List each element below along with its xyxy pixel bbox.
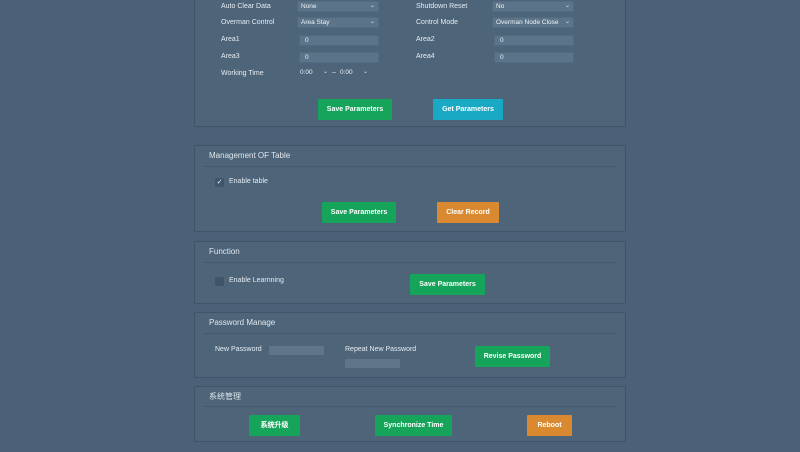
panel-title: Function xyxy=(209,247,240,256)
area1-label: Area1 xyxy=(221,36,240,43)
function-panel: Function Enable Learnning Save Parameter… xyxy=(194,241,626,304)
area1-input[interactable]: 0 xyxy=(299,35,379,46)
table-management-panel: Management OF Table ✓ Enable table Save … xyxy=(194,145,626,232)
working-time-separator: ~ xyxy=(332,70,337,77)
overman-control-label: Overman Control xyxy=(221,19,275,26)
area3-input[interactable]: 0 xyxy=(299,52,379,63)
password-panel: Password Manage New Password Repeat New … xyxy=(194,312,626,378)
panel-title: 系统管理 xyxy=(209,392,241,401)
auto-clear-value: None xyxy=(301,3,317,10)
system-upgrade-button[interactable]: 系统升级 xyxy=(249,415,300,436)
working-time-start-value: 0:00 xyxy=(300,69,313,76)
chevron-down-icon: ⌄ xyxy=(362,69,368,75)
enable-learning-label: Enable Learnning xyxy=(229,277,284,284)
reboot-button[interactable]: Reboot xyxy=(527,415,572,436)
repeat-password-input[interactable] xyxy=(345,359,400,368)
area2-label: Area2 xyxy=(416,36,435,43)
panel-title: Password Manage xyxy=(209,318,276,327)
working-time-label: Working Time xyxy=(221,70,264,77)
overman-control-select[interactable]: Area Stay ⌄ xyxy=(297,17,379,28)
control-mode-value: Overman Node Close xyxy=(496,19,559,26)
new-password-input[interactable] xyxy=(269,346,324,355)
chevron-down-icon: ⌄ xyxy=(369,3,375,9)
auto-clear-label: Auto Clear Data xyxy=(221,3,271,10)
shutdown-reset-value: No xyxy=(496,3,505,10)
panel-title: Management OF Table xyxy=(209,151,291,160)
shutdown-reset-label: Shutdown Reset xyxy=(416,3,468,10)
control-mode-label: Control Mode xyxy=(416,19,459,26)
save-parameters-button[interactable]: Save Parameters xyxy=(318,99,392,120)
area2-input[interactable]: 0 xyxy=(494,35,574,46)
enable-table-checkbox[interactable]: ✓ xyxy=(215,178,224,187)
check-icon: ✓ xyxy=(216,179,223,186)
chevron-down-icon: ⌄ xyxy=(322,69,328,75)
auto-clear-select[interactable]: None ⌄ xyxy=(297,1,379,12)
synchronize-time-button[interactable]: Synchronize Time xyxy=(375,415,452,436)
working-time-end-select[interactable]: 0:00 ⌄ xyxy=(337,68,371,79)
divider xyxy=(203,166,617,167)
system-panel: 系统管理 系统升级 Synchronize Time Reboot xyxy=(194,386,626,442)
overman-control-value: Area Stay xyxy=(301,19,330,26)
get-parameters-button[interactable]: Get Parameters xyxy=(433,99,503,120)
chevron-down-icon: ⌄ xyxy=(564,3,570,9)
divider xyxy=(203,406,617,407)
new-password-label: New Password xyxy=(215,346,262,353)
working-time-end-value: 0:00 xyxy=(340,69,353,76)
clear-record-button[interactable]: Clear Record xyxy=(437,202,499,223)
enable-table-label: Enable table xyxy=(229,178,268,185)
divider xyxy=(203,262,617,263)
control-mode-select[interactable]: Overman Node Close ⌄ xyxy=(492,17,574,28)
enable-learning-checkbox[interactable] xyxy=(215,277,224,286)
shutdown-reset-select[interactable]: No ⌄ xyxy=(492,1,574,12)
parameters-panel: Auto Clear Data None ⌄ Shutdown Reset No… xyxy=(194,0,626,127)
area4-input[interactable]: 0 xyxy=(494,52,574,63)
area4-label: Area4 xyxy=(416,53,435,60)
save-parameters-button[interactable]: Save Parameters xyxy=(410,274,485,295)
chevron-down-icon: ⌄ xyxy=(369,19,375,25)
repeat-password-label: Repeat New Password xyxy=(345,346,417,353)
revise-password-button[interactable]: Revise Password xyxy=(475,346,550,367)
save-parameters-button[interactable]: Save Parameters xyxy=(322,202,396,223)
divider xyxy=(203,333,617,334)
working-time-start-select[interactable]: 0:00 ⌄ xyxy=(297,68,331,79)
chevron-down-icon: ⌄ xyxy=(564,19,570,25)
area3-label: Area3 xyxy=(221,53,240,60)
